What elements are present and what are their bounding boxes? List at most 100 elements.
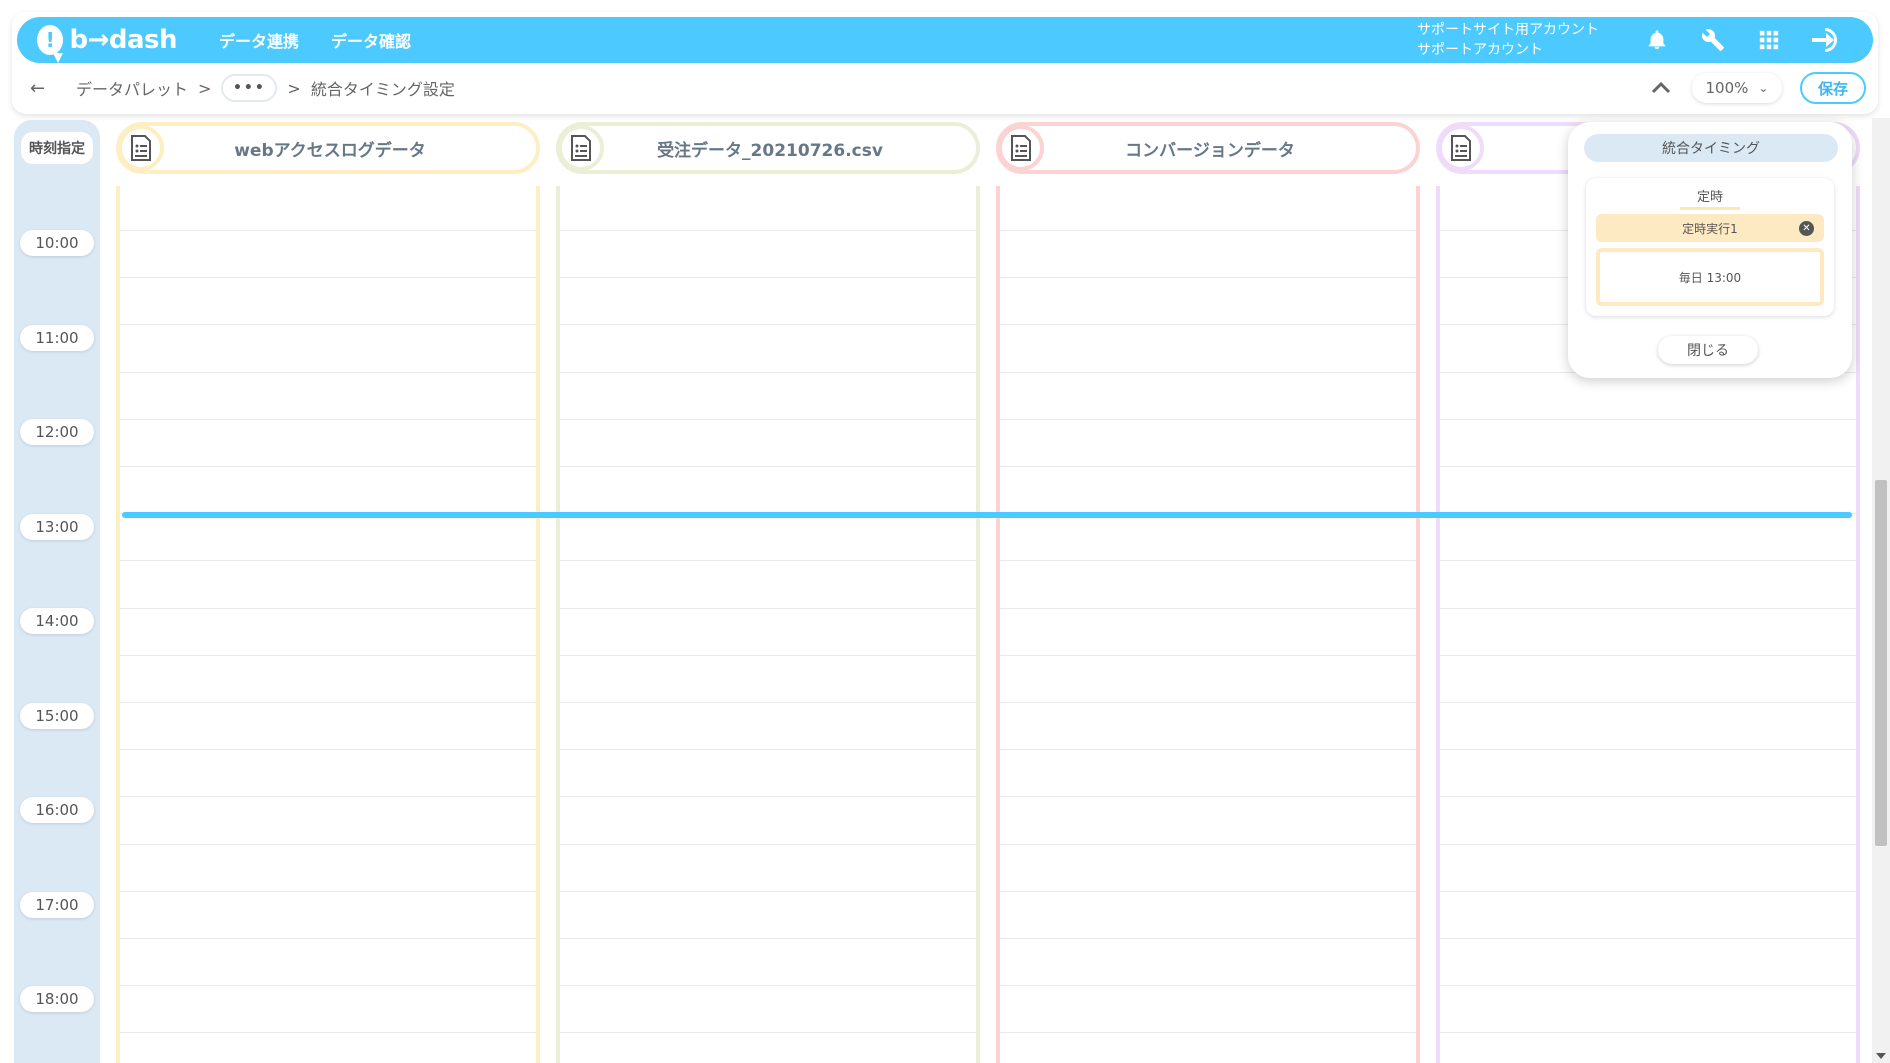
grid-line <box>560 607 976 609</box>
time-header-label: 時刻指定 <box>21 132 93 164</box>
grid-line <box>1440 418 1856 420</box>
close-icon[interactable]: ✕ <box>1799 221 1814 236</box>
grid-line <box>1000 324 1416 326</box>
column-title: webアクセスログデータ <box>234 140 426 161</box>
breadcrumb: ← データパレット > ••• > 統合タイミング設定 100% ⌄ 保存 <box>30 70 1866 106</box>
schedule-item-label: 定時実行1 <box>1682 221 1738 236</box>
tab-scheduled[interactable]: 定時 <box>1680 186 1740 210</box>
grid-line <box>560 890 976 892</box>
grid-line <box>1440 702 1856 703</box>
document-icon <box>1438 125 1484 171</box>
time-header[interactable]: 時刻指定 <box>14 120 100 176</box>
grid-line <box>1000 702 1416 703</box>
grid-line <box>1440 843 1856 845</box>
time-label: 15:00 <box>20 703 94 729</box>
zoom-select[interactable]: 100% ⌄ <box>1692 73 1782 103</box>
grid-line <box>120 371 536 373</box>
grid-line <box>560 277 976 279</box>
grid-line <box>1000 418 1416 420</box>
bell-icon[interactable] <box>1629 17 1685 63</box>
grid-line <box>1440 985 1856 987</box>
schedule-detail[interactable]: 毎日 13:00 <box>1596 248 1824 306</box>
grid-line <box>1440 938 1856 939</box>
grid-line <box>1440 607 1856 609</box>
breadcrumb-separator: > <box>198 78 212 98</box>
grid-line <box>1000 466 1416 467</box>
grid-line <box>1000 560 1416 562</box>
logo-bubble-icon: ! <box>37 25 64 63</box>
grid-menu-icon[interactable] <box>1741 17 1797 63</box>
grid-line <box>120 466 536 467</box>
grid-line <box>120 890 536 892</box>
breadcrumb-separator: > <box>287 78 301 98</box>
wrench-icon[interactable] <box>1685 17 1741 63</box>
time-label: 14:00 <box>20 608 94 634</box>
time-label: 10:00 <box>20 230 94 256</box>
column-header[interactable]: コンバージョンデータ <box>996 122 1420 174</box>
account-line2: サポートアカウント <box>1417 42 1543 58</box>
account-info[interactable]: サポートサイト用アカウント サポートアカウント <box>1417 20 1599 60</box>
grid-line <box>560 418 976 420</box>
grid-line <box>560 985 976 987</box>
logo[interactable]: ! b→dash <box>37 25 177 63</box>
column-header[interactable]: webアクセスログデータ <box>116 122 540 174</box>
grid-line <box>120 418 536 420</box>
schedule-item[interactable]: 定時実行1 ✕ <box>1596 214 1824 242</box>
grid-line <box>560 466 976 467</box>
scroll-down-arrow-icon[interactable] <box>1876 1053 1886 1059</box>
grid-line <box>120 230 536 231</box>
data-column[interactable] <box>116 186 540 1063</box>
back-arrow-icon[interactable]: ← <box>30 78 64 99</box>
current-time-line <box>122 512 1852 518</box>
grid-line <box>1440 749 1856 751</box>
grid-line <box>120 702 536 703</box>
column-title: コンバージョンデータ <box>1125 140 1295 161</box>
grid-line <box>560 938 976 939</box>
scrollbar-thumb[interactable] <box>1875 480 1887 846</box>
nav-data-integration[interactable]: データ連携 <box>219 28 299 52</box>
grid-line <box>1000 985 1416 987</box>
nav-data-check[interactable]: データ確認 <box>331 28 411 52</box>
document-icon <box>998 125 1044 171</box>
column-header[interactable]: 受注データ_20210726.csv <box>556 122 980 174</box>
grid-line <box>560 1032 976 1034</box>
grid-line <box>120 985 536 987</box>
grid-line <box>1000 230 1416 231</box>
grid-line <box>120 749 536 751</box>
breadcrumb-root[interactable]: データパレット <box>76 76 188 100</box>
grid-line <box>120 324 536 326</box>
save-button[interactable]: 保存 <box>1800 72 1866 104</box>
grid-line <box>120 843 536 845</box>
grid-line <box>560 324 976 326</box>
grid-line <box>560 749 976 751</box>
grid-line <box>1000 371 1416 373</box>
close-button[interactable]: 閉じる <box>1658 336 1758 364</box>
grid-line <box>1440 466 1856 467</box>
grid-line <box>1000 938 1416 939</box>
time-column <box>14 120 100 1063</box>
grid-line <box>1440 890 1856 892</box>
data-column[interactable] <box>996 186 1420 1063</box>
document-icon <box>118 125 164 171</box>
breadcrumb-ellipsis-button[interactable]: ••• <box>221 74 278 102</box>
data-column[interactable] <box>556 186 980 1063</box>
grid-line <box>120 277 536 279</box>
grid-line <box>1000 749 1416 751</box>
grid-line <box>560 796 976 798</box>
zoom-value: 100% <box>1705 79 1749 97</box>
top-navbar: ! b→dash データ連携 データ確認 サポートサイト用アカウント サポートア… <box>17 17 1873 63</box>
chevron-down-icon: ⌄ <box>1758 81 1769 95</box>
grid-line <box>120 1032 536 1034</box>
breadcrumb-current: 統合タイミング設定 <box>310 80 455 99</box>
grid-line <box>560 702 976 703</box>
chevron-up-icon[interactable] <box>1646 73 1676 103</box>
logout-icon[interactable] <box>1797 17 1853 63</box>
document-icon <box>558 125 604 171</box>
account-line1: サポートサイト用アカウント <box>1417 22 1599 38</box>
popup-title: 統合タイミング <box>1584 134 1838 162</box>
time-label: 11:00 <box>20 325 94 351</box>
grid-line <box>120 938 536 939</box>
grid-line <box>120 654 536 656</box>
column-title: 受注データ_20210726.csv <box>657 140 883 161</box>
scrollbar[interactable] <box>1872 118 1890 1063</box>
